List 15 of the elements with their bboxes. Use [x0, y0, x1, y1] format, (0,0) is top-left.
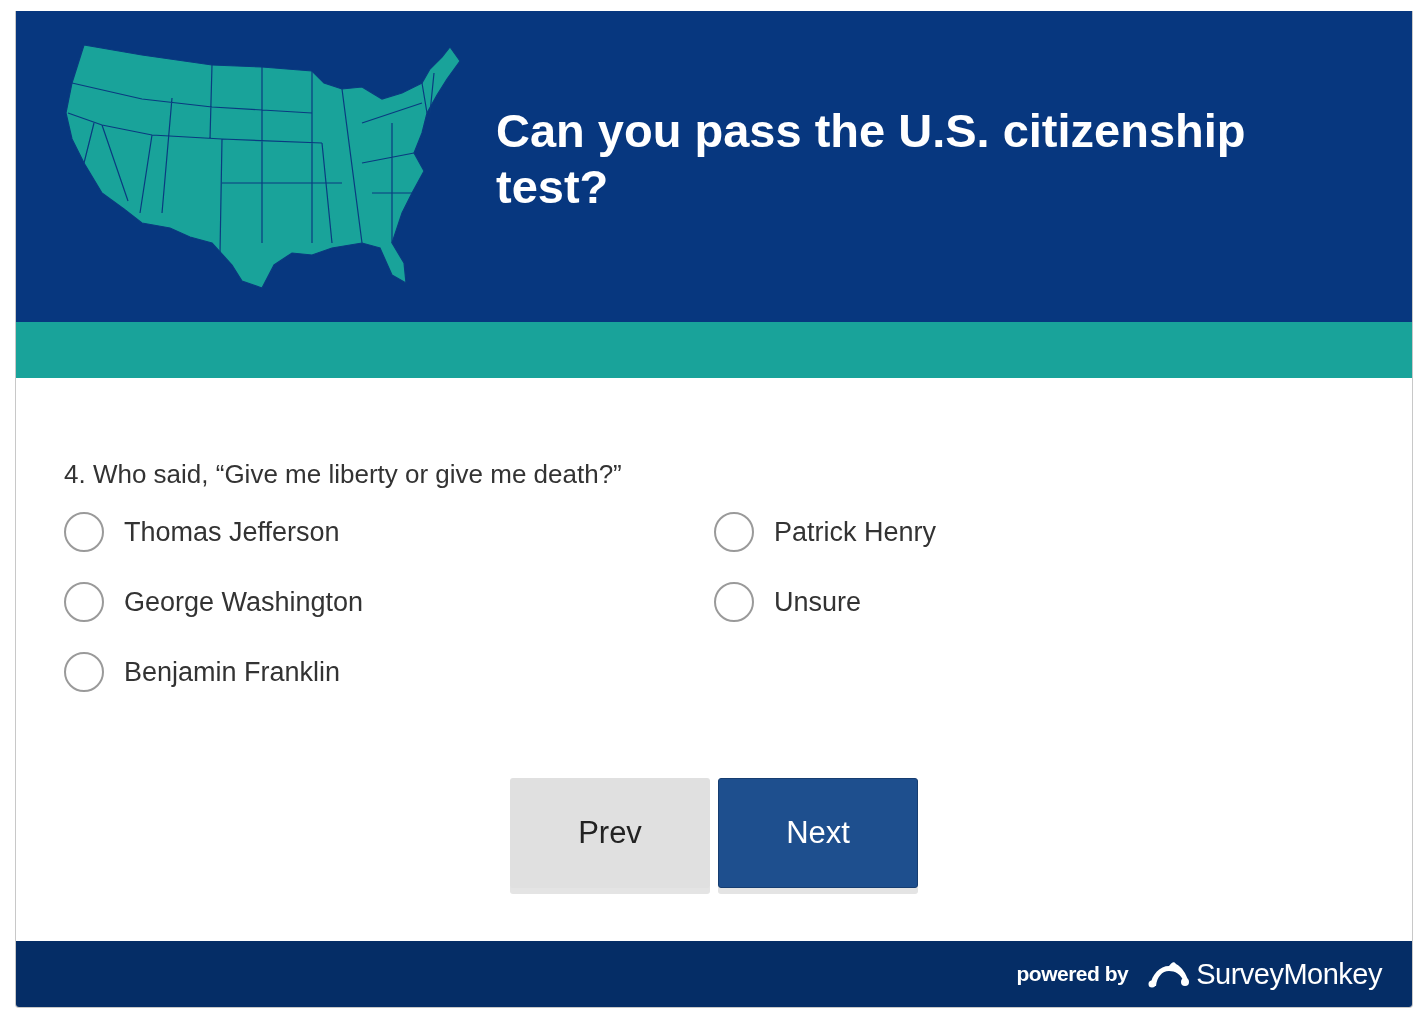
- logo-icon: [1148, 960, 1191, 988]
- option-label[interactable]: Benjamin Franklin: [124, 656, 341, 688]
- radio-button[interactable]: [64, 652, 104, 692]
- radio-button[interactable]: [64, 512, 104, 552]
- survey-title: Can you pass the U.S. citizenship test?: [496, 102, 1247, 215]
- option-label[interactable]: Thomas Jefferson: [124, 516, 340, 548]
- brand-name: SurveyMonkey: [1196, 957, 1382, 991]
- option-label[interactable]: Patrick Henry: [774, 516, 937, 548]
- powered-by-text: powered by: [1016, 962, 1129, 986]
- radio-button[interactable]: [714, 582, 754, 622]
- option-label[interactable]: George Washington: [124, 586, 364, 618]
- option-label[interactable]: Unsure: [774, 586, 862, 618]
- radio-button[interactable]: [64, 582, 104, 622]
- radio-button[interactable]: [714, 512, 754, 552]
- question-text: 4. Who said, “Give me liberty or give me death?”: [64, 458, 623, 491]
